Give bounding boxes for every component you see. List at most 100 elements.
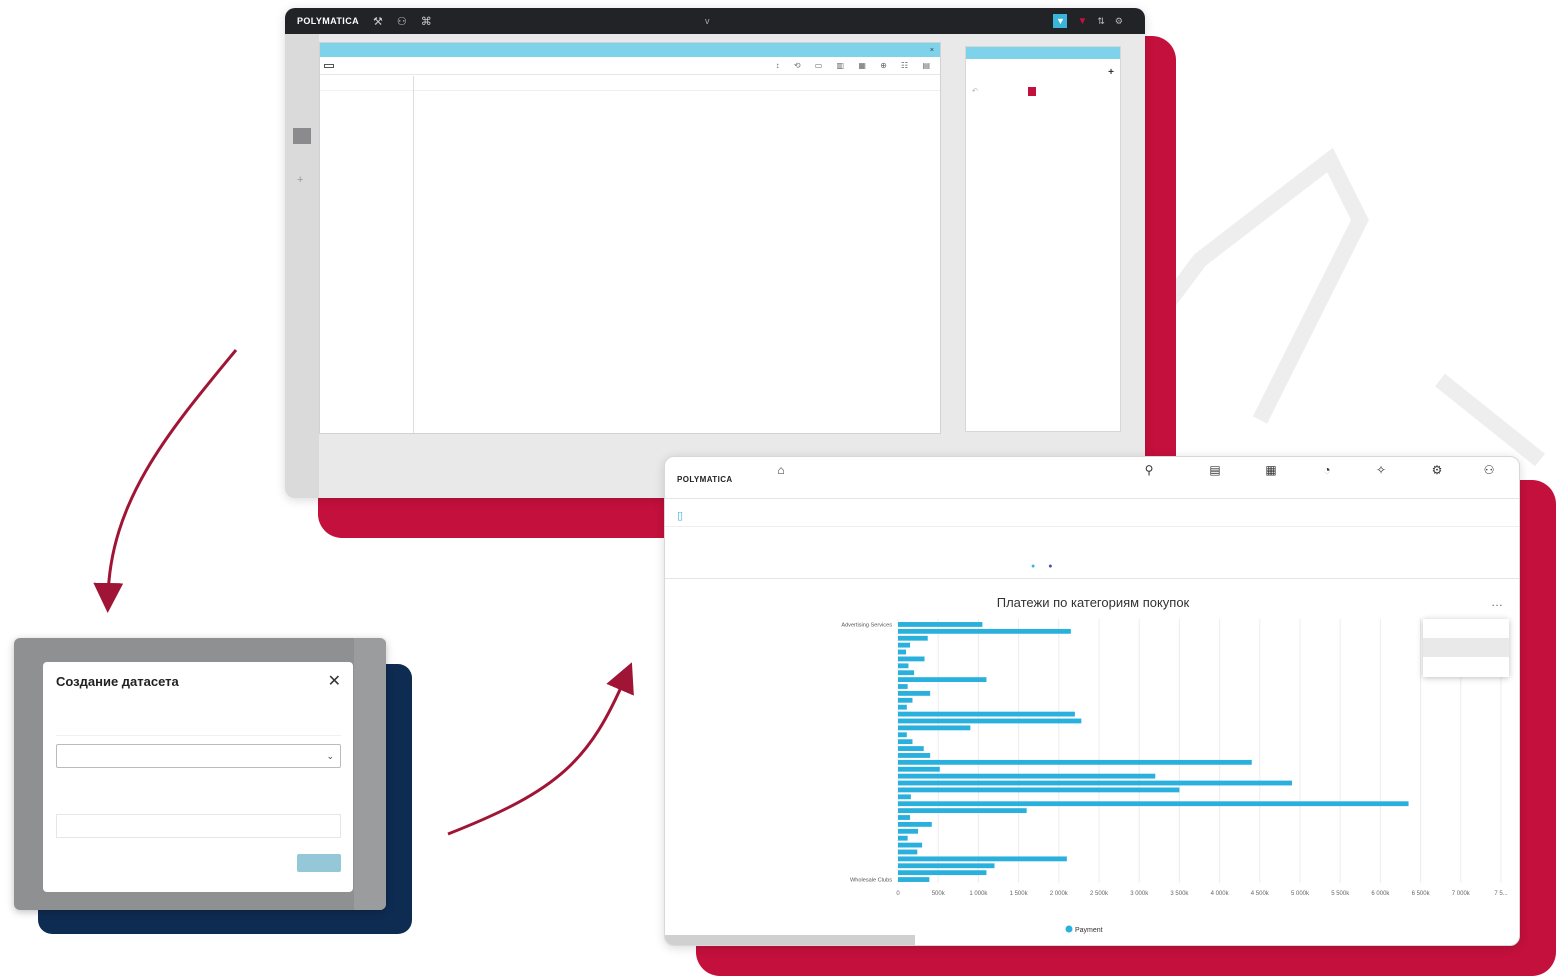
bar[interactable] bbox=[898, 801, 1409, 807]
bar[interactable] bbox=[898, 759, 1252, 765]
x-tick-label: 2 500k bbox=[1090, 891, 1109, 897]
context-menu-item[interactable] bbox=[1423, 657, 1509, 676]
create-dataset-dialog: Создание датасета ✕ ⌄ bbox=[43, 662, 353, 892]
bar[interactable] bbox=[898, 739, 913, 745]
x-tick-label: 4 500k bbox=[1251, 891, 1270, 897]
bar[interactable] bbox=[898, 849, 918, 855]
search-input[interactable] bbox=[56, 814, 341, 838]
bar[interactable] bbox=[898, 787, 1180, 793]
close-icon[interactable]: × bbox=[930, 47, 934, 54]
bar[interactable] bbox=[898, 704, 907, 710]
bar[interactable] bbox=[898, 718, 1082, 724]
multisphere-panel: × ↕ ⟲ ▭ ▥ ▦ ⊕ ☷ ▤ bbox=[319, 42, 941, 434]
scenario-sidebar: + ↶ bbox=[965, 46, 1121, 432]
toolbar-icons[interactable]: ↕ ⟲ ▭ ▥ ▦ ⊕ ☷ ▤ bbox=[776, 61, 936, 70]
bar[interactable] bbox=[898, 670, 915, 676]
data-grid bbox=[414, 76, 940, 433]
settings-icon[interactable]: ⚙ bbox=[1115, 16, 1123, 27]
scenario-header: + bbox=[966, 59, 1120, 82]
panel-title-bar: × bbox=[320, 43, 940, 57]
bar[interactable] bbox=[898, 642, 911, 648]
close-icon[interactable]: ✕ bbox=[328, 671, 341, 691]
bar[interactable] bbox=[898, 780, 1292, 786]
category-label: Advertising Services bbox=[841, 623, 892, 629]
bar[interactable] bbox=[898, 725, 971, 731]
panel-toolbar: ↕ ⟲ ▭ ▥ ▦ ⊕ ☷ ▤ bbox=[320, 57, 940, 75]
bar[interactable] bbox=[898, 677, 987, 683]
x-tick-label: 3 500k bbox=[1170, 891, 1189, 897]
legend-label[interactable]: Payment bbox=[1075, 927, 1103, 934]
x-tick-label: 5 500k bbox=[1331, 891, 1350, 897]
chart-context-menu bbox=[1423, 619, 1509, 677]
bar[interactable] bbox=[898, 635, 928, 641]
chevron-down-icon: ⌄ bbox=[326, 750, 334, 761]
app-logo: POLYMATICA bbox=[297, 16, 360, 26]
bar[interactable] bbox=[898, 622, 983, 627]
bar[interactable] bbox=[898, 808, 1027, 814]
bar[interactable] bbox=[898, 684, 908, 689]
x-tick-label: 7 000k bbox=[1452, 891, 1471, 897]
status-bar bbox=[665, 935, 915, 945]
scenario-controls: ↶ bbox=[966, 82, 1120, 100]
x-tick-label: 1 500k bbox=[1010, 891, 1029, 897]
sort-icon[interactable]: ⇅ bbox=[1097, 16, 1105, 27]
x-tick-label: 0 bbox=[896, 891, 900, 897]
bar[interactable] bbox=[898, 766, 940, 772]
x-tick-label: 4 000k bbox=[1211, 891, 1230, 897]
legend-marker bbox=[1065, 925, 1073, 933]
sidebar-title-bar bbox=[966, 47, 1120, 59]
bar[interactable] bbox=[898, 649, 907, 655]
bar[interactable] bbox=[898, 856, 1067, 862]
left-rail: + bbox=[285, 34, 319, 498]
filter-clear-icon[interactable]: ▼ bbox=[1077, 16, 1087, 27]
grid-header-row bbox=[414, 76, 940, 91]
bar[interactable] bbox=[898, 773, 1156, 779]
context-menu-item[interactable] bbox=[1423, 638, 1509, 657]
dataset-name-input[interactable] bbox=[56, 714, 341, 736]
context-menu-item[interactable] bbox=[1423, 619, 1509, 638]
x-tick-label: 6 000k bbox=[1371, 891, 1390, 897]
dimension-row[interactable] bbox=[320, 76, 413, 91]
bar[interactable] bbox=[898, 711, 1075, 717]
bar[interactable] bbox=[898, 863, 995, 869]
hierarchy-icon[interactable]: ⚇ bbox=[397, 15, 407, 28]
category-label: Wholesale Clubs bbox=[850, 878, 892, 884]
bar[interactable] bbox=[898, 877, 930, 882]
undo-icon[interactable]: ↶ bbox=[972, 87, 978, 95]
top-toolbar: POLYMATICA ⚒ ⚇ ⌘ v ▼ ▼ ⇅ ⚙ bbox=[285, 8, 1145, 34]
bar[interactable] bbox=[898, 697, 913, 703]
background-table-strip bbox=[354, 638, 386, 910]
arrow-to-chart bbox=[447, 662, 634, 836]
bar[interactable] bbox=[898, 656, 925, 662]
analytics-window: POLYMATICA ⚒ ⚇ ⌘ v ▼ ▼ ⇅ ⚙ + × ↕ ⟲ ▭ ▥ ▦… bbox=[285, 8, 1145, 498]
dimension-icon[interactable]: ⚒ bbox=[373, 15, 383, 28]
source-select[interactable]: ⌄ bbox=[56, 744, 341, 768]
add-module-icon[interactable]: + bbox=[297, 174, 303, 186]
bar[interactable] bbox=[898, 753, 931, 758]
filter-icon[interactable]: ▼ bbox=[1053, 14, 1068, 28]
bar[interactable] bbox=[898, 746, 924, 751]
bar[interactable] bbox=[898, 870, 987, 876]
bar[interactable] bbox=[898, 821, 932, 827]
options-button[interactable] bbox=[324, 63, 334, 68]
bar[interactable] bbox=[898, 690, 931, 696]
dashboard-window: POLYMATICA ⌂⚲▤▦◔✧⚙⚇ ▯ Платежи по категор… bbox=[664, 456, 1520, 946]
bar[interactable] bbox=[898, 842, 923, 848]
bar[interactable] bbox=[898, 794, 911, 800]
module-name: v bbox=[705, 16, 710, 26]
add-icon[interactable]: + bbox=[1108, 67, 1114, 78]
module-tab[interactable] bbox=[293, 128, 311, 144]
x-tick-label: 7 5... bbox=[1494, 891, 1508, 897]
submit-button[interactable] bbox=[297, 854, 341, 872]
bar[interactable] bbox=[898, 828, 919, 834]
bar[interactable] bbox=[898, 628, 1071, 634]
bar[interactable] bbox=[898, 815, 911, 820]
payments-bar-chart: 0 500k 1 000k 1 500k 2 000k 2 500k 3 000k 3 500… bbox=[841, 619, 1508, 934]
bar[interactable] bbox=[898, 663, 909, 669]
graph-icon[interactable]: ⌘ bbox=[421, 15, 432, 28]
bar[interactable] bbox=[898, 732, 907, 738]
bar[interactable] bbox=[898, 835, 908, 841]
record-icon[interactable] bbox=[1027, 86, 1036, 96]
dataset-dialog-window: Создание датасета ✕ ⌄ bbox=[14, 638, 386, 910]
